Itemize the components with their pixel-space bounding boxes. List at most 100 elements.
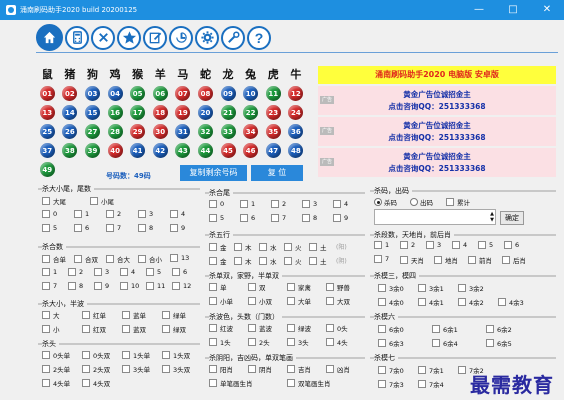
checkbox-mod3-2[interactable]: 3余2	[458, 283, 484, 293]
minimize-button[interactable]: —	[462, 0, 496, 20]
number-input[interactable]: ▲ ▼	[374, 209, 496, 225]
checkbox-mod4-2[interactable]: 4余2	[458, 297, 484, 307]
checkbox-cumulative[interactable]: 累计	[446, 197, 470, 207]
number-ball[interactable]: 46	[243, 143, 259, 158]
tools-icon[interactable]	[221, 25, 245, 50]
checkbox-even-stroke[interactable]: 双笔画生肖	[287, 378, 331, 388]
checkbox-seg-3[interactable]: 3	[426, 241, 441, 249]
number-ball[interactable]: 02	[62, 86, 78, 101]
checkbox-yin-metal[interactable]: 金	[209, 256, 227, 266]
checkbox-earth-zodiac[interactable]: 地肖	[434, 255, 458, 265]
checkbox-sum-10[interactable]: 10	[120, 282, 139, 290]
number-ball[interactable]: 11	[265, 86, 281, 101]
checkbox-sumtail-5[interactable]: 5	[209, 214, 224, 222]
checkbox-seg-6[interactable]: 6	[504, 241, 519, 249]
number-ball[interactable]: 33	[220, 124, 236, 139]
checkbox-mod4-3[interactable]: 4余3	[498, 297, 524, 307]
checkbox-green-odd[interactable]: 绿单	[162, 310, 186, 320]
checkbox-tail-7[interactable]: 7	[106, 224, 121, 232]
checkbox-yang-metal[interactable]: 金	[209, 242, 227, 252]
checkbox-head-0-even[interactable]: 0头双	[82, 350, 110, 360]
number-ball[interactable]: 04	[107, 86, 123, 101]
number-ball[interactable]: 18	[152, 105, 168, 120]
checkbox-head-1-odd[interactable]: 1头单	[122, 350, 150, 360]
checkbox-tail-9[interactable]: 9	[170, 224, 185, 232]
checkbox-sum-3[interactable]: 3	[94, 268, 109, 276]
zodiac-label[interactable]: 羊	[149, 66, 172, 82]
checkbox-blue-odd[interactable]: 蓝单	[122, 310, 146, 320]
checkbox-sumtail-2[interactable]: 2	[271, 200, 286, 208]
checkbox-sum-7[interactable]: 7	[42, 282, 57, 290]
number-ball[interactable]: 16	[107, 105, 123, 120]
checkbox-head-0-odd[interactable]: 0头单	[42, 350, 70, 360]
number-ball[interactable]: 43	[175, 143, 191, 158]
number-ball[interactable]: 13	[39, 105, 55, 120]
zodiac-label[interactable]: 龙	[217, 66, 240, 82]
checkbox-seg-1[interactable]: 1	[374, 241, 389, 249]
checkbox-big[interactable]: 大	[42, 310, 60, 320]
checkbox-yang-zodiac[interactable]: 阳肖	[209, 364, 233, 374]
zodiac-label[interactable]: 兔	[239, 66, 262, 82]
checkbox-head-2-odd[interactable]: 2头单	[42, 364, 70, 374]
checkbox-sumtail-1[interactable]: 1	[240, 200, 255, 208]
number-ball[interactable]: 24	[288, 105, 304, 120]
zodiac-label[interactable]: 马	[172, 66, 195, 82]
checkbox-sum-5[interactable]: 5	[146, 268, 161, 276]
checkbox-head-1-even[interactable]: 1头双	[162, 350, 190, 360]
checkbox-seg-5[interactable]: 5	[478, 241, 493, 249]
help-icon[interactable]: ?	[247, 25, 271, 50]
ad-banner[interactable]: 广告 黄金广告位诚招金主 点击咨询QQ：251333368	[318, 117, 556, 146]
checkbox-seg-4[interactable]: 4	[452, 241, 467, 249]
checkbox-seg-7[interactable]: 7	[374, 255, 389, 263]
number-ball[interactable]: 10	[243, 86, 259, 101]
number-ball[interactable]: 25	[39, 124, 55, 139]
number-ball[interactable]: 27	[84, 124, 100, 139]
number-ball[interactable]: 08	[197, 86, 213, 101]
checkbox-green-wave[interactable]: 绿波	[287, 323, 311, 333]
checkbox-sumtail-3[interactable]: 3	[302, 200, 317, 208]
checkbox-mod6-1[interactable]: 6余1	[432, 324, 458, 334]
checkbox-mod7-0[interactable]: 7余0	[378, 365, 404, 375]
checkbox-lucky-zodiac[interactable]: 吉肖	[287, 364, 311, 374]
checkbox-mod4-1[interactable]: 4余1	[418, 297, 444, 307]
star-icon[interactable]	[117, 25, 141, 50]
checkbox-sum-odd[interactable]: 合单	[42, 254, 66, 264]
number-ball[interactable]: 37	[39, 143, 55, 158]
checkbox-big-even[interactable]: 大双	[326, 296, 350, 306]
zodiac-label[interactable]: 鼠	[36, 66, 59, 82]
checkbox-mod6-5[interactable]: 6余5	[486, 338, 512, 348]
maximize-button[interactable]: □	[496, 0, 530, 20]
number-ball[interactable]: 31	[175, 124, 191, 139]
edit-icon[interactable]	[143, 25, 167, 50]
number-ball[interactable]: 40	[107, 143, 123, 158]
number-ball[interactable]: 05	[130, 86, 146, 101]
checkbox-sumtail-9[interactable]: 9	[333, 214, 348, 222]
checkbox-yin-zodiac[interactable]: 阴肖	[248, 364, 272, 374]
spin-up-icon[interactable]: ▲	[490, 212, 494, 217]
confirm-button[interactable]: 确定	[500, 211, 524, 225]
checkbox-sum-big[interactable]: 合大	[106, 254, 130, 264]
checkbox-yin-earth[interactable]: 土	[309, 256, 327, 266]
number-ball[interactable]: 32	[197, 124, 213, 139]
gear-icon[interactable]	[195, 25, 219, 50]
number-ball[interactable]: 19	[175, 105, 191, 120]
checkbox-mod3-1[interactable]: 3余1	[418, 283, 444, 293]
checkbox-sumtail-0[interactable]: 0	[209, 200, 224, 208]
checkbox-small-even[interactable]: 小双	[248, 296, 272, 306]
number-ball[interactable]: 09	[220, 86, 236, 101]
checkbox-tail-0[interactable]: 0	[42, 210, 57, 218]
clock-icon[interactable]	[169, 25, 193, 50]
number-ball[interactable]: 29	[130, 124, 146, 139]
checkbox-mod7-3[interactable]: 7余3	[378, 379, 404, 389]
checkbox-big-tail[interactable]: 大尾	[42, 196, 66, 206]
number-ball[interactable]: 48	[288, 143, 304, 158]
zodiac-label[interactable]: 牛	[285, 66, 308, 82]
number-ball[interactable]: 26	[62, 124, 78, 139]
checkbox-big-odd[interactable]: 大单	[287, 296, 311, 306]
spin-down-icon[interactable]: ▼	[490, 218, 494, 223]
checkbox-head-1[interactable]: 1头	[209, 337, 231, 347]
zodiac-label[interactable]: 狗	[81, 66, 104, 82]
number-ball[interactable]: 47	[265, 143, 281, 158]
checkbox-tail-1[interactable]: 1	[74, 210, 89, 218]
checkbox-front-zodiac[interactable]: 前肖	[468, 255, 492, 265]
